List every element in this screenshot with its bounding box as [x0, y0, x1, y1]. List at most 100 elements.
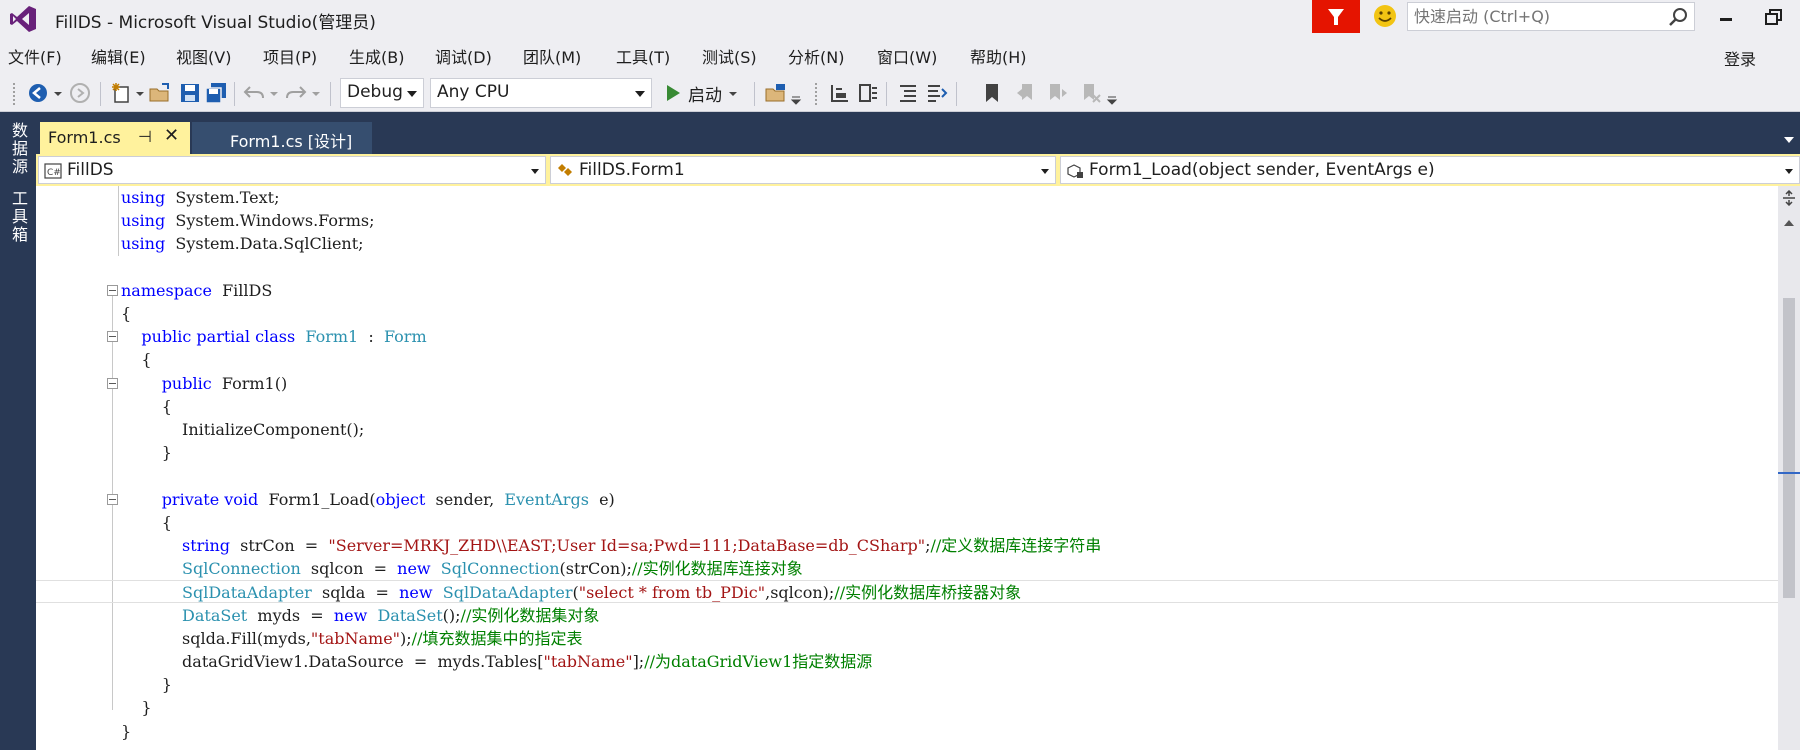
- menu-window[interactable]: 窗口(W): [877, 44, 937, 68]
- start-debugging-button[interactable]: 启动: [664, 80, 738, 106]
- code-line[interactable]: using System.Text;: [36, 186, 1778, 209]
- code-editor[interactable]: using System.Text; using System.Windows.F…: [36, 186, 1778, 750]
- next-bookmark-icon[interactable]: [1046, 81, 1070, 105]
- chevron-down-icon[interactable]: [268, 81, 280, 105]
- comment-lines-icon[interactable]: [896, 81, 920, 105]
- project-dropdown[interactable]: C# FillDS: [38, 156, 546, 184]
- feedback-smiley-icon[interactable]: [1372, 3, 1398, 29]
- overflow-icon[interactable]: [1106, 81, 1118, 105]
- new-project-icon[interactable]: [110, 81, 134, 105]
- search-icon[interactable]: [1668, 7, 1688, 27]
- menu-help[interactable]: 帮助(H): [970, 44, 1027, 68]
- menu-edit[interactable]: 编辑(E): [91, 44, 146, 68]
- clear-bookmarks-icon[interactable]: [1078, 81, 1102, 105]
- code-text: sqlda.Fill(myds,"tabName");//填充数据集中的指定表: [121, 627, 582, 650]
- toolbar-separator: [234, 82, 235, 106]
- code-token: System.Data.SqlClient;: [165, 234, 364, 254]
- toolbar-grip[interactable]: [12, 82, 16, 106]
- solution-platform-select[interactable]: Any CPU: [430, 78, 652, 108]
- scroll-up-icon[interactable]: [1784, 220, 1794, 226]
- uncomment-lines-icon[interactable]: [924, 81, 948, 105]
- code-line[interactable]: namespace FillDS: [36, 279, 1778, 302]
- navigate-back-icon[interactable]: [26, 81, 50, 105]
- pin-icon[interactable]: ⊣: [138, 127, 152, 146]
- menu-debug[interactable]: 调试(D): [435, 44, 492, 68]
- code-line[interactable]: SqlDataAdapter sqlda = new SqlDataAdapte…: [36, 580, 1778, 604]
- save-icon[interactable]: [178, 81, 202, 105]
- play-icon: [667, 85, 680, 101]
- code-line[interactable]: private void Form1_Load(object sender, E…: [36, 488, 1778, 511]
- tab-list-dropdown-icon[interactable]: [1784, 137, 1794, 143]
- menu-tools[interactable]: 工具(T): [616, 44, 670, 68]
- split-window-icon[interactable]: [1781, 190, 1797, 206]
- code-line[interactable]: using System.Data.SqlClient;: [36, 232, 1778, 255]
- code-line[interactable]: {: [36, 511, 1778, 534]
- comment-block-icon[interactable]: [856, 81, 880, 105]
- collapse-region-icon[interactable]: [107, 331, 118, 343]
- code-line[interactable]: sqlda.Fill(myds,"tabName");//填充数据集中的指定表: [36, 627, 1778, 650]
- code-line[interactable]: DataSet myds = new DataSet();//实例化数据集对象: [36, 604, 1778, 627]
- navigate-forward-icon[interactable]: [68, 81, 92, 105]
- tab-form1-code[interactable]: Form1.cs ⊣ ✕: [40, 122, 190, 154]
- menu-build[interactable]: 生成(B): [349, 44, 404, 68]
- minimize-icon[interactable]: [1712, 4, 1740, 32]
- code-line[interactable]: public partial class Form1 : Form: [36, 325, 1778, 348]
- type-dropdown[interactable]: FillDS.Form1: [550, 156, 1056, 184]
- code-token: sender,: [425, 489, 505, 509]
- collapse-region-icon[interactable]: [107, 377, 118, 389]
- overflow-icon[interactable]: [790, 81, 802, 105]
- code-line[interactable]: [36, 464, 1778, 487]
- notifications-flag-icon[interactable]: [1312, 0, 1360, 33]
- save-all-icon[interactable]: [204, 81, 228, 105]
- browse-folder-icon[interactable]: [764, 81, 788, 105]
- toolbox-tab[interactable]: 工具箱: [6, 190, 30, 244]
- open-file-icon[interactable]: [148, 81, 172, 105]
- chevron-down-icon[interactable]: [134, 81, 146, 105]
- previous-bookmark-icon[interactable]: [1014, 81, 1038, 105]
- menu-test[interactable]: 测试(S): [702, 44, 757, 68]
- window-title: FillDS - Microsoft Visual Studio(管理员): [55, 13, 376, 33]
- code-line[interactable]: {: [36, 395, 1778, 418]
- code-line[interactable]: {: [36, 302, 1778, 325]
- undo-icon[interactable]: [242, 81, 266, 105]
- find-in-files-icon[interactable]: [828, 81, 852, 105]
- data-sources-tab[interactable]: 数据源: [6, 122, 30, 176]
- code-line[interactable]: string strCon = "Server=MRKJ_ZHD\\EAST;U…: [36, 534, 1778, 557]
- solution-configuration-select[interactable]: Debug: [340, 78, 424, 108]
- member-dropdown[interactable]: Form1_Load(object sender, EventArgs e): [1060, 156, 1800, 184]
- code-line[interactable]: }: [36, 720, 1778, 743]
- menu-team[interactable]: 团队(M): [523, 44, 581, 68]
- collapse-region-icon[interactable]: [107, 493, 118, 505]
- code-line[interactable]: SqlConnection sqlcon = new SqlConnection…: [36, 557, 1778, 580]
- menu-file[interactable]: 文件(F): [8, 44, 62, 68]
- bookmark-icon[interactable]: [980, 81, 1004, 105]
- vertical-scrollbar[interactable]: [1778, 186, 1800, 750]
- code-line[interactable]: }: [36, 673, 1778, 696]
- code-line[interactable]: dataGridView1.DataSource = myds.Tables["…: [36, 650, 1778, 673]
- collapse-region-icon[interactable]: [107, 284, 118, 296]
- chevron-down-icon[interactable]: [52, 81, 64, 105]
- tab-form1-designer[interactable]: Form1.cs [设计]: [192, 122, 372, 154]
- code-line[interactable]: }: [36, 696, 1778, 719]
- scrollbar-thumb[interactable]: [1783, 298, 1795, 598]
- code-line[interactable]: using System.Windows.Forms;: [36, 209, 1778, 232]
- close-icon[interactable]: ✕: [164, 125, 179, 146]
- menu-view[interactable]: 视图(V): [176, 44, 231, 68]
- code-token: "tabName": [310, 628, 401, 648]
- quick-launch-input[interactable]: [1408, 3, 1658, 30]
- quick-launch-box[interactable]: [1407, 2, 1695, 31]
- toolbar-grip[interactable]: [814, 82, 818, 106]
- redo-icon[interactable]: [284, 81, 308, 105]
- chevron-down-icon[interactable]: [310, 81, 322, 105]
- code-line[interactable]: InitializeComponent();: [36, 418, 1778, 441]
- code-line[interactable]: public Form1(): [36, 372, 1778, 395]
- sign-in-link[interactable]: 登录: [1724, 46, 1756, 70]
- code-line[interactable]: {: [36, 348, 1778, 371]
- code-token: //实例化数据库桥接器对象: [834, 583, 1022, 603]
- code-line[interactable]: [36, 256, 1778, 279]
- menu-analyze[interactable]: 分析(N): [788, 44, 844, 68]
- menu-project[interactable]: 项目(P): [263, 44, 317, 68]
- code-line[interactable]: }: [36, 441, 1778, 464]
- restore-icon[interactable]: [1760, 4, 1788, 32]
